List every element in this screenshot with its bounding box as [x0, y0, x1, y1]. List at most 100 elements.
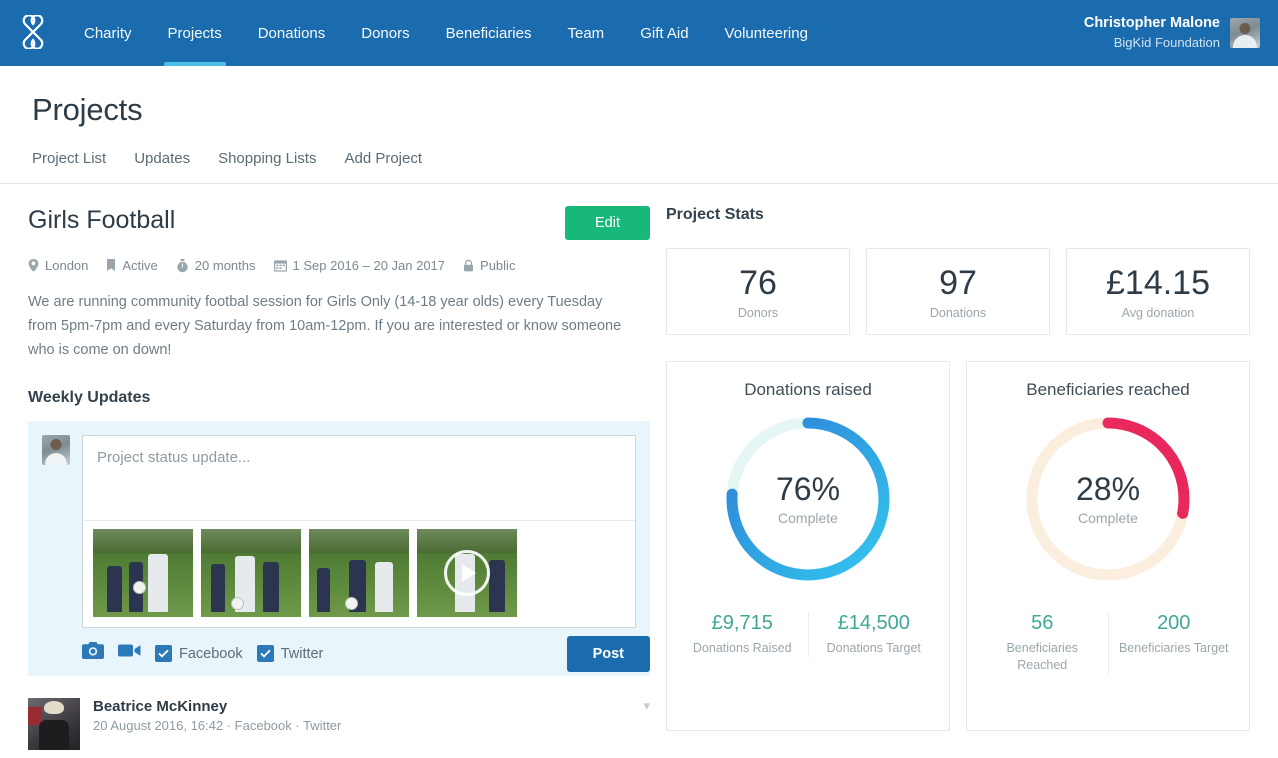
nav-item-projects[interactable]: Projects — [150, 0, 240, 66]
footer-stat-donations-raised: £9,715 Donations Raised — [677, 612, 808, 657]
footer-stat-label: Beneficiaries Reached — [983, 640, 1102, 674]
page-subtabs: Project List Updates Shopping Lists Add … — [32, 150, 1246, 183]
stat-card-avg-donation: £14.15 Avg donation — [1066, 248, 1250, 335]
meta-visibility-label: Public — [480, 258, 515, 273]
meta-dates-label: 1 Sep 2016 – 20 Jan 2017 — [293, 258, 446, 273]
subtab-updates[interactable]: Updates — [134, 150, 190, 167]
page-content: Girls Football Edit London Active 20 — [0, 184, 1278, 750]
status-update-input[interactable] — [83, 436, 635, 520]
location-pin-icon — [28, 259, 39, 272]
donut-title: Beneficiaries reached — [977, 380, 1239, 400]
page-header: Projects Project List Updates Shopping L… — [0, 66, 1278, 184]
donut-center-label: 28% Complete — [1019, 410, 1197, 588]
donut-chart: 28% Complete — [977, 410, 1239, 588]
project-stats-column: Project Stats 76 Donors 97 Donations £14… — [666, 206, 1250, 750]
lock-icon — [463, 259, 474, 272]
add-video-button[interactable] — [118, 633, 141, 675]
attachment-thumb-photo-2[interactable] — [201, 529, 301, 617]
attachment-thumb-photo-1[interactable] — [93, 529, 193, 617]
edit-project-button[interactable]: Edit — [565, 206, 650, 240]
nav-item-donors[interactable]: Donors — [343, 0, 427, 66]
weekly-updates-heading: Weekly Updates — [28, 389, 650, 407]
nav-item-gift-aid[interactable]: Gift Aid — [622, 0, 706, 66]
donut-card-donations-raised: Donations raised — [666, 361, 950, 731]
share-facebook-label: Facebook — [179, 646, 243, 662]
nav-item-donations[interactable]: Donations — [240, 0, 344, 66]
nav-item-team[interactable]: Team — [550, 0, 623, 66]
nav-item-volunteering[interactable]: Volunteering — [707, 0, 826, 66]
stat-label: Donors — [675, 306, 841, 320]
stopwatch-icon — [176, 259, 189, 273]
post-timestamp-and-channels: 20 August 2016, 16:42 · Facebook · Twitt… — [93, 718, 622, 733]
donut-center-label: 76% Complete — [719, 410, 897, 588]
post-author-avatar[interactable] — [28, 698, 80, 750]
meta-duration: 20 months — [176, 258, 256, 273]
meta-visibility: Public — [463, 258, 515, 273]
attachment-thumb-video-1[interactable] — [417, 529, 517, 617]
footer-stat-beneficiaries-target: 200 Beneficiaries Target — [1108, 612, 1240, 674]
meta-location: London — [28, 258, 88, 273]
donut-sublabel: Complete — [778, 510, 838, 526]
page-title: Projects — [32, 92, 1246, 128]
subtab-shopping-lists[interactable]: Shopping Lists — [218, 150, 316, 167]
checkbox-checked-icon — [155, 645, 172, 662]
user-account-menu[interactable]: Christopher Malone BigKid Foundation — [1084, 0, 1278, 66]
nav-item-charity[interactable]: Charity — [66, 0, 150, 66]
stat-value: 97 — [875, 265, 1041, 302]
update-post-item: Beatrice McKinney 20 August 2016, 16:42 … — [28, 684, 650, 750]
footer-stat-value: £9,715 — [683, 612, 802, 635]
stat-label: Donations — [875, 306, 1041, 320]
post-body: Beatrice McKinney 20 August 2016, 16:42 … — [93, 698, 622, 750]
subtab-project-list[interactable]: Project List — [32, 150, 106, 167]
video-camera-icon — [118, 643, 141, 661]
meta-dates: 1 Sep 2016 – 20 Jan 2017 — [274, 258, 446, 273]
user-identity: Christopher Malone BigKid Foundation — [1084, 14, 1220, 51]
stat-value: £14.15 — [1075, 265, 1241, 302]
stat-card-donations: 97 Donations — [866, 248, 1050, 335]
project-header: Girls Football Edit — [28, 206, 650, 240]
app-logo[interactable] — [0, 0, 66, 66]
user-organisation: BigKid Foundation — [1084, 34, 1220, 52]
meta-status-label: Active — [122, 258, 157, 273]
interlocking-hearts-logo-icon — [16, 15, 50, 52]
meta-status: Active — [106, 258, 157, 273]
stat-value: 76 — [675, 265, 841, 302]
share-twitter-checkbox[interactable]: Twitter — [257, 645, 324, 662]
user-avatar[interactable] — [1230, 18, 1260, 48]
post-update-button[interactable]: Post — [567, 636, 650, 672]
update-composer — [28, 421, 650, 642]
play-button-icon[interactable] — [444, 550, 490, 596]
donut-chart-row: Donations raised — [666, 361, 1250, 731]
donut-sublabel: Complete — [1078, 510, 1138, 526]
checkbox-checked-icon — [257, 645, 274, 662]
footer-stat-value: 200 — [1115, 612, 1234, 635]
nav-item-beneficiaries[interactable]: Beneficiaries — [428, 0, 550, 66]
footer-stat-value: £14,500 — [815, 612, 934, 635]
attachment-thumb-photo-3[interactable] — [309, 529, 409, 617]
bookmark-icon — [106, 259, 116, 272]
donut-footer-stats: 56 Beneficiaries Reached 200 Beneficiari… — [977, 612, 1239, 674]
camera-icon — [82, 642, 104, 662]
project-stats-heading: Project Stats — [666, 206, 1250, 224]
footer-stat-value: 56 — [983, 612, 1102, 635]
footer-stat-label: Beneficiaries Target — [1115, 640, 1234, 657]
composer-box — [82, 435, 636, 628]
calendar-icon — [274, 259, 287, 272]
share-facebook-checkbox[interactable]: Facebook — [155, 645, 243, 662]
user-name: Christopher Malone — [1084, 14, 1220, 34]
attachment-thumbnails — [83, 520, 635, 627]
donut-chart: 76% Complete — [677, 410, 939, 588]
meta-duration-label: 20 months — [195, 258, 256, 273]
donut-footer-stats: £9,715 Donations Raised £14,500 Donation… — [677, 612, 939, 657]
post-author-name: Beatrice McKinney — [93, 698, 622, 715]
subtab-add-project[interactable]: Add Project — [344, 150, 422, 167]
composer-avatar — [42, 435, 70, 465]
chevron-down-icon[interactable]: ▾ — [635, 698, 650, 750]
donut-percent: 76% — [776, 473, 840, 505]
footer-stat-label: Donations Raised — [683, 640, 802, 657]
top-navigation-bar: Charity Projects Donations Donors Benefi… — [0, 0, 1278, 66]
donut-percent: 28% — [1076, 473, 1140, 505]
share-twitter-label: Twitter — [281, 646, 324, 662]
add-photo-button[interactable] — [82, 632, 104, 676]
project-meta-row: London Active 20 months 1 Sep 2016 – 20 … — [28, 258, 650, 273]
